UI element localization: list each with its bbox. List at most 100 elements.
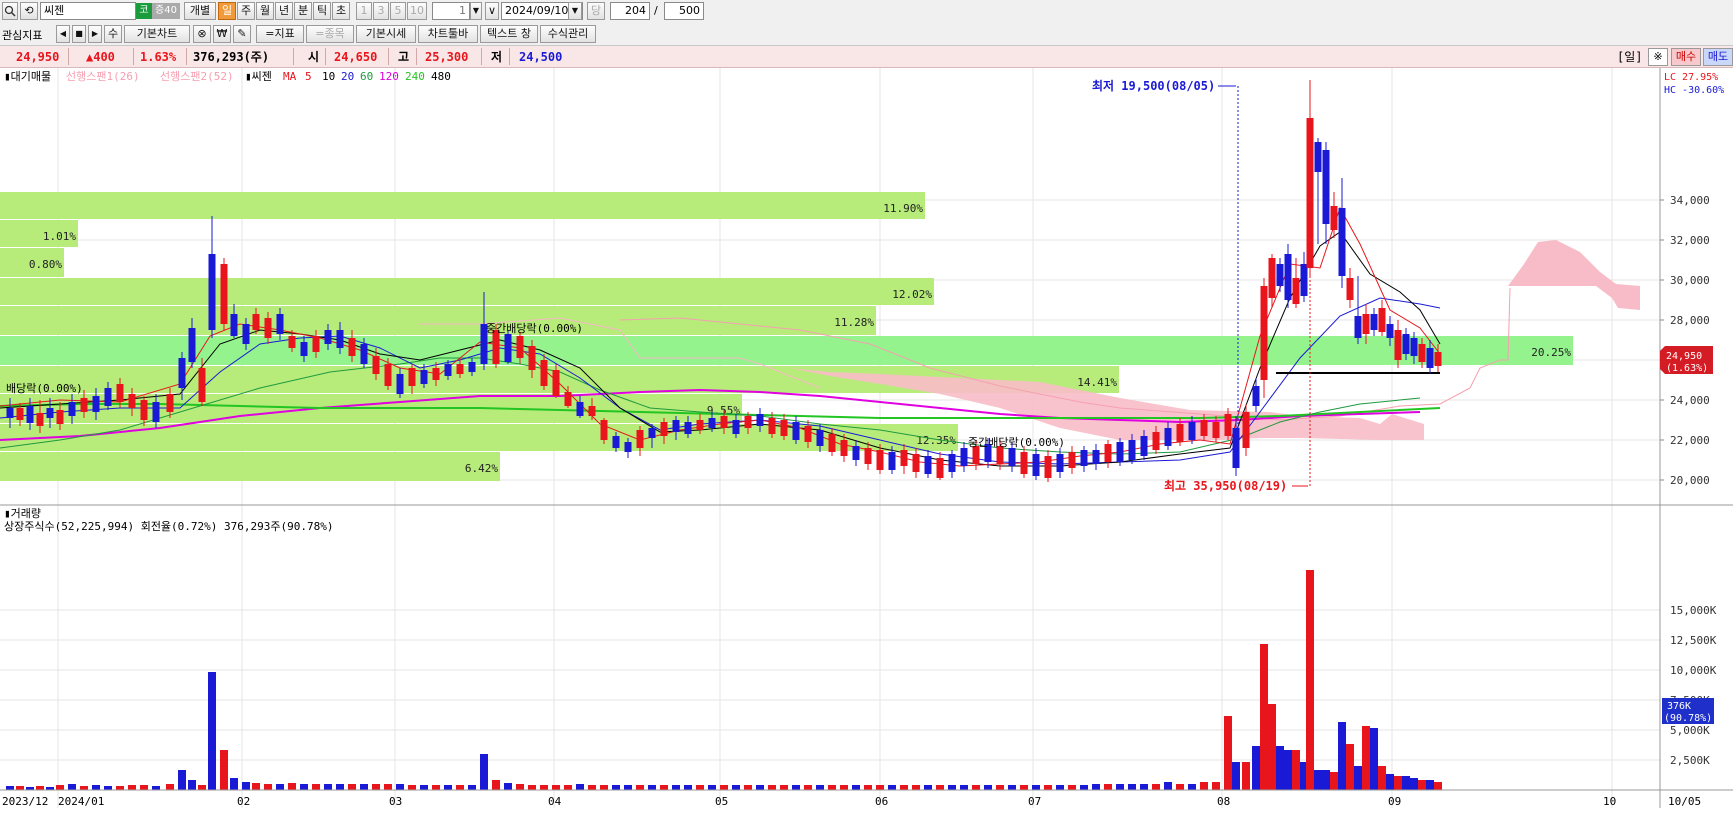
volume-bar xyxy=(80,786,88,790)
volume-bar xyxy=(6,786,14,790)
volume-bar xyxy=(840,785,848,790)
candle-body xyxy=(116,384,124,402)
interval-3-button[interactable]: 3 xyxy=(373,2,389,20)
candle-body xyxy=(876,450,884,470)
volume-bar xyxy=(480,754,488,790)
basic-chart-button[interactable]: 기본차트 xyxy=(124,25,190,43)
candle-body xyxy=(1116,442,1124,462)
volume-bar xyxy=(696,785,704,790)
watchlist-indicator-label[interactable]: 관심지표 xyxy=(2,27,42,43)
period-day-button[interactable]: 일 xyxy=(218,2,236,20)
volume-bar xyxy=(864,785,872,790)
volume-bar xyxy=(188,780,196,790)
volume-bar xyxy=(912,785,920,790)
interval-5-button[interactable]: 5 xyxy=(390,2,406,20)
scroll-left-icon[interactable]: ◀ xyxy=(56,25,70,43)
period-year-button[interactable]: 년 xyxy=(275,2,293,20)
volume-bar xyxy=(396,784,404,790)
period-second-button[interactable]: 초 xyxy=(332,2,350,20)
chart-toolbar-button[interactable]: 차트툴바 xyxy=(418,25,478,43)
candle-body xyxy=(1314,142,1322,172)
date-tick-label: 2024/01 xyxy=(58,795,104,808)
wrench-icon[interactable]: ✎ xyxy=(233,25,251,43)
stock-compare-button[interactable]: =종목 xyxy=(306,25,354,43)
period-minute-button[interactable]: 분 xyxy=(294,2,312,20)
period-tick-button[interactable]: 틱 xyxy=(313,2,331,20)
individual-button[interactable]: 개별 xyxy=(184,2,216,20)
volume-bar xyxy=(1338,722,1346,790)
volume-bar xyxy=(984,785,992,790)
volume-bar xyxy=(1330,772,1338,790)
settings-icon[interactable]: ※ xyxy=(1648,48,1668,66)
candle-body xyxy=(648,428,656,438)
search-icon[interactable] xyxy=(2,2,18,20)
candle-body xyxy=(188,328,196,362)
volume-bar xyxy=(888,785,896,790)
volume-bar xyxy=(816,785,824,790)
text-window-button[interactable]: 텍스트 창 xyxy=(480,25,538,43)
volume-tick-label: 12,500K xyxy=(1670,634,1717,647)
candle-body xyxy=(56,410,64,424)
volume-bar xyxy=(1394,776,1402,790)
date-dropdown-icon[interactable]: ▼ xyxy=(568,2,582,20)
candle-body xyxy=(68,402,76,416)
candle-body xyxy=(104,388,112,406)
price-chart[interactable]: 11.90% 1.01% 0.80% 12.02% 11.28% 20.25% 14.41%… xyxy=(0,68,1733,818)
price-tick-label: 20,000 xyxy=(1670,474,1710,487)
formula-management-button[interactable]: 수식관리 xyxy=(540,25,596,43)
candle-body xyxy=(1020,452,1028,474)
lc-label: LC 27.95% xyxy=(1664,72,1718,83)
stop-icon[interactable]: ■ xyxy=(72,25,86,43)
interval-10-button[interactable]: 10 xyxy=(407,2,427,20)
interval-1-button[interactable]: 1 xyxy=(356,2,372,20)
scroll-right-icon[interactable]: ▶ xyxy=(88,25,102,43)
candle-body xyxy=(720,416,728,428)
candle-body xyxy=(348,338,356,356)
candle-body xyxy=(900,450,908,466)
indicator-button[interactable]: =지표 xyxy=(256,25,304,43)
volume-bar xyxy=(804,785,812,790)
volume-bar xyxy=(1434,782,1442,790)
buy-button[interactable]: 매수 xyxy=(1671,48,1701,66)
period-month-button[interactable]: 월 xyxy=(256,2,274,20)
candle-body xyxy=(408,368,416,386)
refresh-icon[interactable]: ⟲ xyxy=(20,2,38,20)
legend-ma: MA xyxy=(283,70,297,83)
candle-body xyxy=(612,436,620,448)
sell-button[interactable]: 매도 xyxy=(1703,48,1733,66)
current-button[interactable]: 당 xyxy=(587,2,605,20)
volume-bar xyxy=(780,785,788,790)
volume-bar xyxy=(68,784,76,790)
pin-icon[interactable]: ⊗ xyxy=(193,25,211,43)
supply-band-pct: 14.41% xyxy=(1077,376,1117,389)
interval-field[interactable]: 1 xyxy=(432,2,470,20)
low-annotation: 최저 19,500(08/05) xyxy=(1092,78,1215,93)
volume-bar xyxy=(1056,785,1064,790)
chevron-down-icon[interactable]: ∨ xyxy=(485,2,499,20)
interval-dropdown-icon[interactable]: ▼ xyxy=(470,2,482,20)
period-week-button[interactable]: 주 xyxy=(237,2,255,20)
total-count-field[interactable]: 500 xyxy=(664,2,704,20)
volume-bar xyxy=(636,785,644,790)
volume-bar xyxy=(672,785,680,790)
won-button[interactable]: ₩ xyxy=(213,25,231,43)
period-indicator: [일] xyxy=(1617,50,1643,64)
candle-body xyxy=(16,408,24,420)
volume-bar xyxy=(456,785,464,790)
volume-bar xyxy=(972,785,980,790)
basic-price-button[interactable]: 기본시세 xyxy=(356,25,416,43)
candle-body xyxy=(324,330,332,344)
volume-bar xyxy=(540,785,548,790)
legend-supply: ▮대기매물 xyxy=(4,70,51,83)
legend-ma5: 5 xyxy=(305,70,312,83)
stock-name-field[interactable]: 씨젠 xyxy=(40,2,136,20)
candle-body xyxy=(540,360,548,386)
display-count-field[interactable]: 204 xyxy=(610,2,650,20)
volume-bar xyxy=(1068,785,1076,790)
open-label: 시 xyxy=(308,50,320,64)
volume-bar xyxy=(852,785,860,790)
volume-bar xyxy=(1378,766,1386,790)
su-button[interactable]: 수 xyxy=(104,25,122,43)
date-tick-label: 08 xyxy=(1217,795,1230,808)
volume-bar xyxy=(1292,750,1300,790)
